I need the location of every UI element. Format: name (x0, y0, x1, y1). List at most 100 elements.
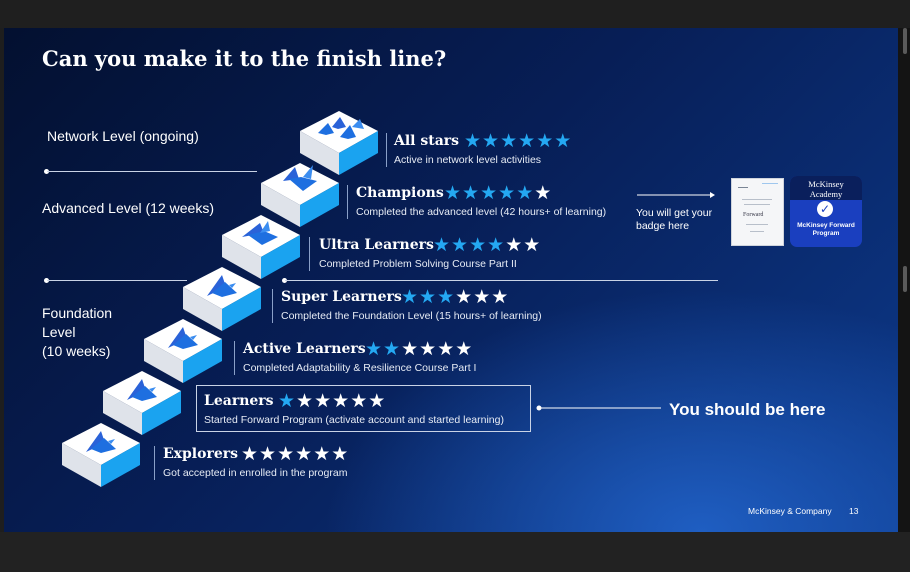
tier-name: Super Learners (281, 289, 402, 305)
star-filled-icon: ★ (482, 131, 501, 152)
star-empty-icon: ★ (313, 444, 332, 465)
tier-description: Completed Problem Solving Course Part II (319, 258, 517, 270)
star-filled-icon: ★ (464, 131, 483, 152)
tier-separator (154, 446, 155, 480)
tier-description: Completed Adaptability & Resilience Cour… (243, 362, 477, 374)
certificate-image: Forward (731, 178, 784, 246)
star-rating: ★★★★★★ (401, 286, 509, 309)
star-rating: ★★★★★★ (433, 234, 541, 257)
tier-description: Completed the Foundation Level (15 hours… (281, 310, 542, 322)
badge-brand-line-1: McKinsey (808, 179, 844, 189)
tier-separator (272, 289, 273, 323)
star-empty-icon: ★ (437, 339, 456, 360)
tier-description: Started Forward Program (activate accoun… (204, 414, 504, 426)
star-filled-icon: ★ (480, 183, 499, 204)
star-filled-icon: ★ (469, 235, 488, 256)
badge-callout-text: You will get your badge here (636, 207, 712, 233)
top-resize-handle[interactable] (903, 28, 907, 54)
arrow-right-icon (637, 192, 715, 198)
presentation-slide: Can you make it to the finish line? Netw… (4, 28, 898, 532)
badge-callout-line-2: badge here (636, 220, 690, 232)
certificate-word: Forward (743, 212, 764, 218)
star-filled-icon: ★ (536, 131, 555, 152)
star-filled-icon: ★ (462, 183, 481, 204)
star-empty-icon: ★ (332, 391, 351, 412)
star-filled-icon: ★ (498, 183, 517, 204)
star-empty-icon: ★ (259, 444, 278, 465)
star-rating: ★★★★★★ (365, 338, 473, 361)
step-block-icon (300, 111, 378, 175)
level-divider-network (47, 171, 257, 172)
star-filled-icon: ★ (433, 235, 452, 256)
star-rating: ★★★★★★ (278, 390, 386, 413)
star-filled-icon: ★ (419, 287, 438, 308)
check-icon: ✓ (817, 201, 833, 217)
star-empty-icon: ★ (455, 339, 474, 360)
foundation-level-line-2: Level (42, 324, 76, 340)
star-empty-icon: ★ (534, 183, 553, 204)
star-filled-icon: ★ (518, 131, 537, 152)
tier-name: Explorers (163, 446, 239, 462)
level-divider-advanced-left (47, 280, 187, 281)
star-rating: ★★★★★★ (444, 182, 552, 205)
program-badge: McKinsey Academy ✓ McKinsey Forward Prog… (790, 176, 862, 247)
badge-brand-line-2: Academy (809, 189, 843, 199)
star-empty-icon: ★ (419, 339, 438, 360)
star-empty-icon: ★ (314, 391, 333, 412)
star-empty-icon: ★ (277, 444, 296, 465)
tier-separator (309, 237, 310, 271)
star-empty-icon: ★ (241, 444, 260, 465)
star-filled-icon: ★ (383, 339, 402, 360)
slide-title: Can you make it to the finish line? (42, 46, 447, 71)
arrow-left-icon (536, 405, 661, 411)
star-empty-icon: ★ (331, 444, 350, 465)
side-resize-handle[interactable] (903, 266, 907, 292)
badge-brand: McKinsey Academy (790, 176, 862, 200)
you-are-here-label: You should be here (669, 400, 826, 419)
tier-name: Champions (356, 185, 444, 201)
star-empty-icon: ★ (296, 391, 315, 412)
window-bottom-bar (0, 532, 910, 572)
tier-name: Active Learners (243, 341, 366, 357)
footer-company: McKinsey & Company (748, 506, 832, 516)
star-filled-icon: ★ (451, 235, 470, 256)
star-filled-icon: ★ (365, 339, 384, 360)
star-empty-icon: ★ (350, 391, 369, 412)
star-filled-icon: ★ (487, 235, 506, 256)
badge-program-name: McKinsey Forward Program (790, 222, 862, 238)
foundation-level-line-1: Foundation (42, 305, 113, 321)
page-number: 13 (849, 506, 859, 516)
foundation-level-label: Foundation Level (10 weeks) (42, 304, 112, 361)
star-empty-icon: ★ (401, 339, 420, 360)
tier-description: Completed the advanced level (42 hours+ … (356, 206, 607, 218)
tier-name: Learners (204, 393, 274, 409)
tier-separator (234, 341, 235, 375)
network-level-label: Network Level (ongoing) (47, 128, 199, 144)
window-top-bar (0, 0, 910, 28)
tier-separator (347, 185, 348, 219)
star-filled-icon: ★ (554, 131, 573, 152)
star-filled-icon: ★ (401, 287, 420, 308)
tier-description: Active in network level activities (394, 154, 542, 166)
tier-name: Ultra Learners (319, 237, 434, 253)
star-rating: ★★★★★★ (464, 130, 572, 153)
badge-program-line-2: Program (812, 230, 840, 237)
star-empty-icon: ★ (505, 235, 524, 256)
advanced-level-label: Advanced Level (12 weeks) (42, 200, 214, 216)
star-empty-icon: ★ (295, 444, 314, 465)
star-filled-icon: ★ (516, 183, 535, 204)
star-rating: ★★★★★★ (241, 443, 349, 466)
star-filled-icon: ★ (278, 391, 297, 412)
foundation-level-line-3: (10 weeks) (42, 343, 111, 359)
level-divider-advanced-right (285, 280, 718, 281)
star-filled-icon: ★ (437, 287, 456, 308)
star-filled-icon: ★ (444, 183, 463, 204)
tier-description: Got accepted in enrolled in the program (163, 467, 348, 479)
badge-program-line-1: McKinsey Forward (797, 222, 855, 229)
star-filled-icon: ★ (500, 131, 519, 152)
star-empty-icon: ★ (473, 287, 492, 308)
tier-name: All stars (394, 133, 460, 149)
star-empty-icon: ★ (368, 391, 387, 412)
tier-separator (386, 133, 387, 167)
star-empty-icon: ★ (455, 287, 474, 308)
